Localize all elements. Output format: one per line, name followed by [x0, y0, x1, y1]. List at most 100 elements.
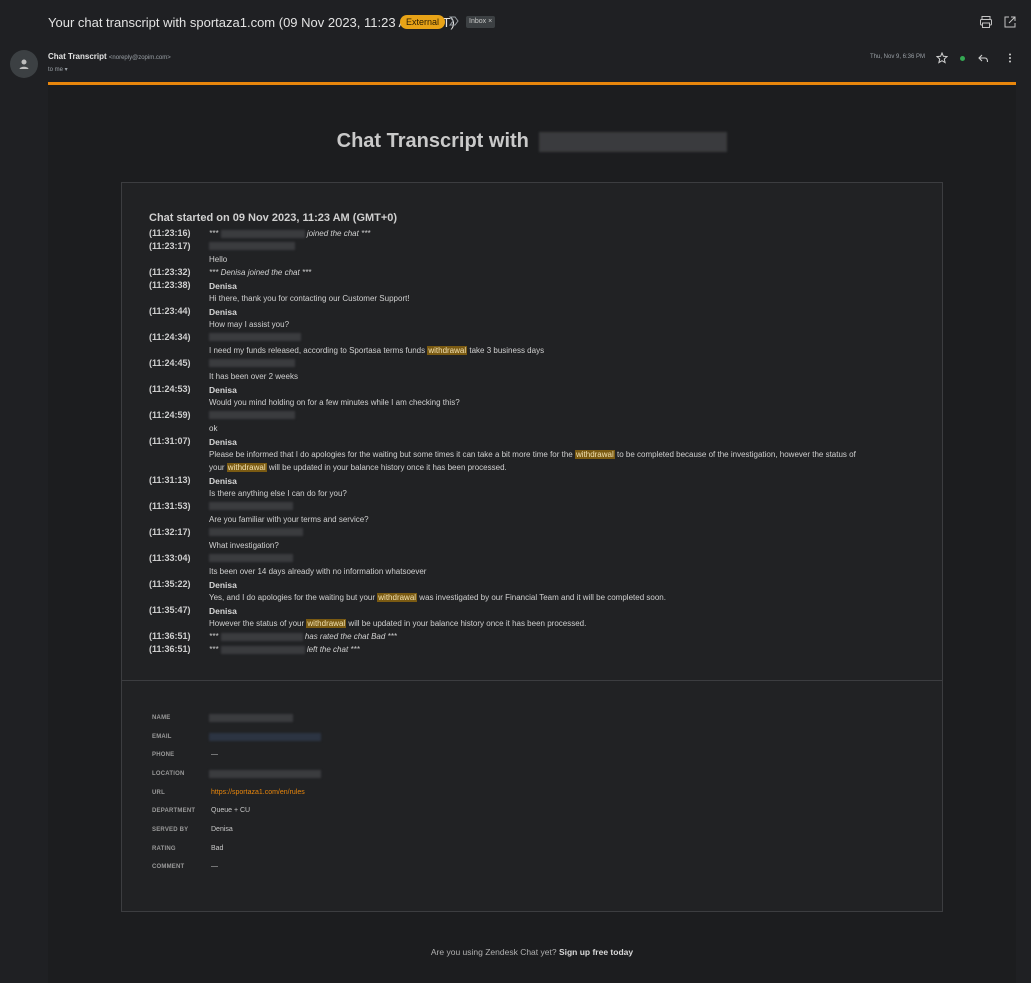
- email-body: Chat Transcript with Chat started on 09 …: [48, 82, 1016, 983]
- message-text: your: [209, 463, 227, 472]
- important-marker-icon[interactable]: [448, 15, 460, 27]
- timestamp: (11:24:59): [149, 410, 191, 420]
- timestamp: (11:23:17): [149, 241, 191, 251]
- chat-message-continued: your withdrawal will be updated in your …: [209, 463, 507, 472]
- redacted-email: [209, 733, 321, 741]
- message-text: was investigated by our Financial Team a…: [417, 593, 666, 602]
- inbox-label[interactable]: Inbox ×: [466, 16, 496, 28]
- redacted-name: [209, 502, 293, 510]
- system-prefix: ***: [209, 229, 219, 238]
- redacted-name: [209, 714, 293, 722]
- footer-question: Are you using Zendesk Chat yet?: [430, 947, 557, 957]
- agent-name: Denisa: [209, 606, 237, 616]
- sender-line: Chat Transcript <noreply@zopim.com>: [48, 52, 171, 61]
- chat-message: It has been over 2 weeks: [209, 372, 298, 381]
- person-icon: [19, 59, 29, 69]
- email-subject: Your chat transcript with sportaza1.com …: [48, 15, 455, 30]
- message-text: will be updated in your balance history …: [266, 463, 507, 472]
- system-message: *** has rated the chat Bad ***: [209, 632, 397, 641]
- timestamp: (11:24:53): [149, 384, 191, 394]
- timestamp: (11:23:32): [149, 267, 191, 277]
- system-prefix: ***: [209, 632, 219, 641]
- info-label-location: LOCATION: [152, 771, 185, 777]
- agent-name: Denisa: [209, 307, 237, 317]
- message-text: However the status of your: [209, 619, 307, 628]
- info-label-name: NAME: [152, 715, 171, 721]
- info-label-rating: RATING: [152, 846, 176, 852]
- online-status-dot: [960, 56, 965, 61]
- timestamp: (11:23:38): [149, 280, 191, 290]
- info-value-department: Queue + CU: [211, 807, 251, 814]
- agent-name: Denisa: [209, 281, 237, 291]
- info-label-comment: COMMENT: [152, 864, 185, 870]
- redacted-name: [220, 632, 303, 641]
- section-divider: [122, 680, 942, 681]
- chat-message: How may I assist you?: [209, 320, 290, 329]
- redacted-name: [209, 333, 301, 341]
- timestamp: (11:36:51): [149, 644, 191, 654]
- chat-message: Are you familiar with your terms and ser…: [209, 515, 369, 524]
- redacted-location: [209, 770, 321, 778]
- zendesk-footer: Are you using Zendesk Chat yet? Sign up …: [48, 947, 1016, 957]
- chat-message: Its been over 14 days already with no in…: [209, 567, 427, 576]
- agent-name: Denisa: [209, 385, 237, 395]
- timestamp: (11:31:13): [149, 475, 191, 485]
- info-value-url-link[interactable]: https://sportaza1.com/en/rules: [211, 789, 305, 796]
- search-highlight: withdrawal: [226, 463, 267, 472]
- subject-bar: Your chat transcript with sportaza1.com …: [0, 0, 1031, 44]
- open-in-new-window-icon[interactable]: [1003, 15, 1017, 29]
- chat-started-heading: Chat started on 09 Nov 2023, 11:23 AM (G…: [149, 212, 398, 224]
- timestamp: (11:31:53): [149, 501, 191, 511]
- search-highlight: withdrawal: [306, 619, 347, 628]
- message-text: will be updated in your balance history …: [346, 619, 587, 628]
- timestamp: (11:24:34): [149, 332, 191, 342]
- system-text: joined the chat ***: [306, 229, 371, 238]
- timestamp: (11:32:17): [149, 527, 191, 537]
- message-text: I need my funds released, according to S…: [209, 346, 428, 355]
- chat-message: Yes, and I do apologies for the waiting …: [209, 593, 666, 602]
- message-text: Yes, and I do apologies for the waiting …: [209, 593, 378, 602]
- redacted-visitor-name: [539, 131, 728, 152]
- info-label-department: DEPARTMENT: [152, 808, 196, 814]
- more-options-icon[interactable]: [1004, 52, 1016, 64]
- timestamp: (11:23:44): [149, 306, 191, 316]
- redacted-name: [209, 554, 293, 562]
- redacted-name: [220, 229, 305, 238]
- system-message: *** left the chat ***: [209, 645, 360, 654]
- system-text: left the chat ***: [306, 645, 360, 654]
- transcript-title: Chat Transcript with: [336, 130, 529, 152]
- info-label-phone: PHONE: [152, 752, 175, 758]
- timestamp: (11:33:04): [149, 553, 191, 563]
- timestamp: (11:36:51): [149, 631, 191, 641]
- chat-message: What investigation?: [209, 541, 279, 550]
- print-icon[interactable]: [979, 15, 993, 29]
- message-text: to be completed because of the investiga…: [614, 450, 856, 459]
- agent-name: Denisa: [209, 476, 237, 486]
- timestamp: (11:24:45): [149, 358, 191, 368]
- agent-name: Denisa: [209, 580, 237, 590]
- reply-icon[interactable]: [977, 52, 989, 64]
- transcript-card: Chat started on 09 Nov 2023, 11:23 AM (G…: [121, 182, 943, 912]
- system-text: has rated the chat Bad ***: [304, 632, 397, 641]
- info-value-rating: Bad: [211, 845, 224, 852]
- signup-link[interactable]: Sign up free today: [559, 947, 633, 957]
- chat-message: However the status of your withdrawal wi…: [209, 619, 586, 628]
- recipient-details-toggle[interactable]: to me ▾: [48, 66, 68, 73]
- chat-message: Would you mind holding on for a few minu…: [209, 398, 460, 407]
- timestamp: (11:31:07): [149, 436, 191, 446]
- chat-message: Hi there, thank you for contacting our C…: [209, 294, 410, 303]
- info-label-email: EMAIL: [152, 734, 172, 740]
- transcript-title-row: Chat Transcript with: [48, 130, 1016, 153]
- chat-message: ok: [209, 424, 218, 433]
- sender-avatar[interactable]: [10, 50, 38, 78]
- agent-name: Denisa: [209, 437, 237, 447]
- system-prefix: ***: [209, 645, 219, 654]
- sender-name[interactable]: Chat Transcript: [48, 52, 107, 61]
- star-icon[interactable]: [936, 52, 948, 64]
- message-text: Please be informed that I do apologies f…: [209, 450, 575, 459]
- info-value-served-by: Denisa: [211, 826, 233, 833]
- redacted-name: [209, 528, 303, 536]
- chat-message: Please be informed that I do apologies f…: [209, 450, 856, 459]
- redacted-name: [220, 645, 305, 654]
- timestamp: (11:35:22): [149, 579, 191, 589]
